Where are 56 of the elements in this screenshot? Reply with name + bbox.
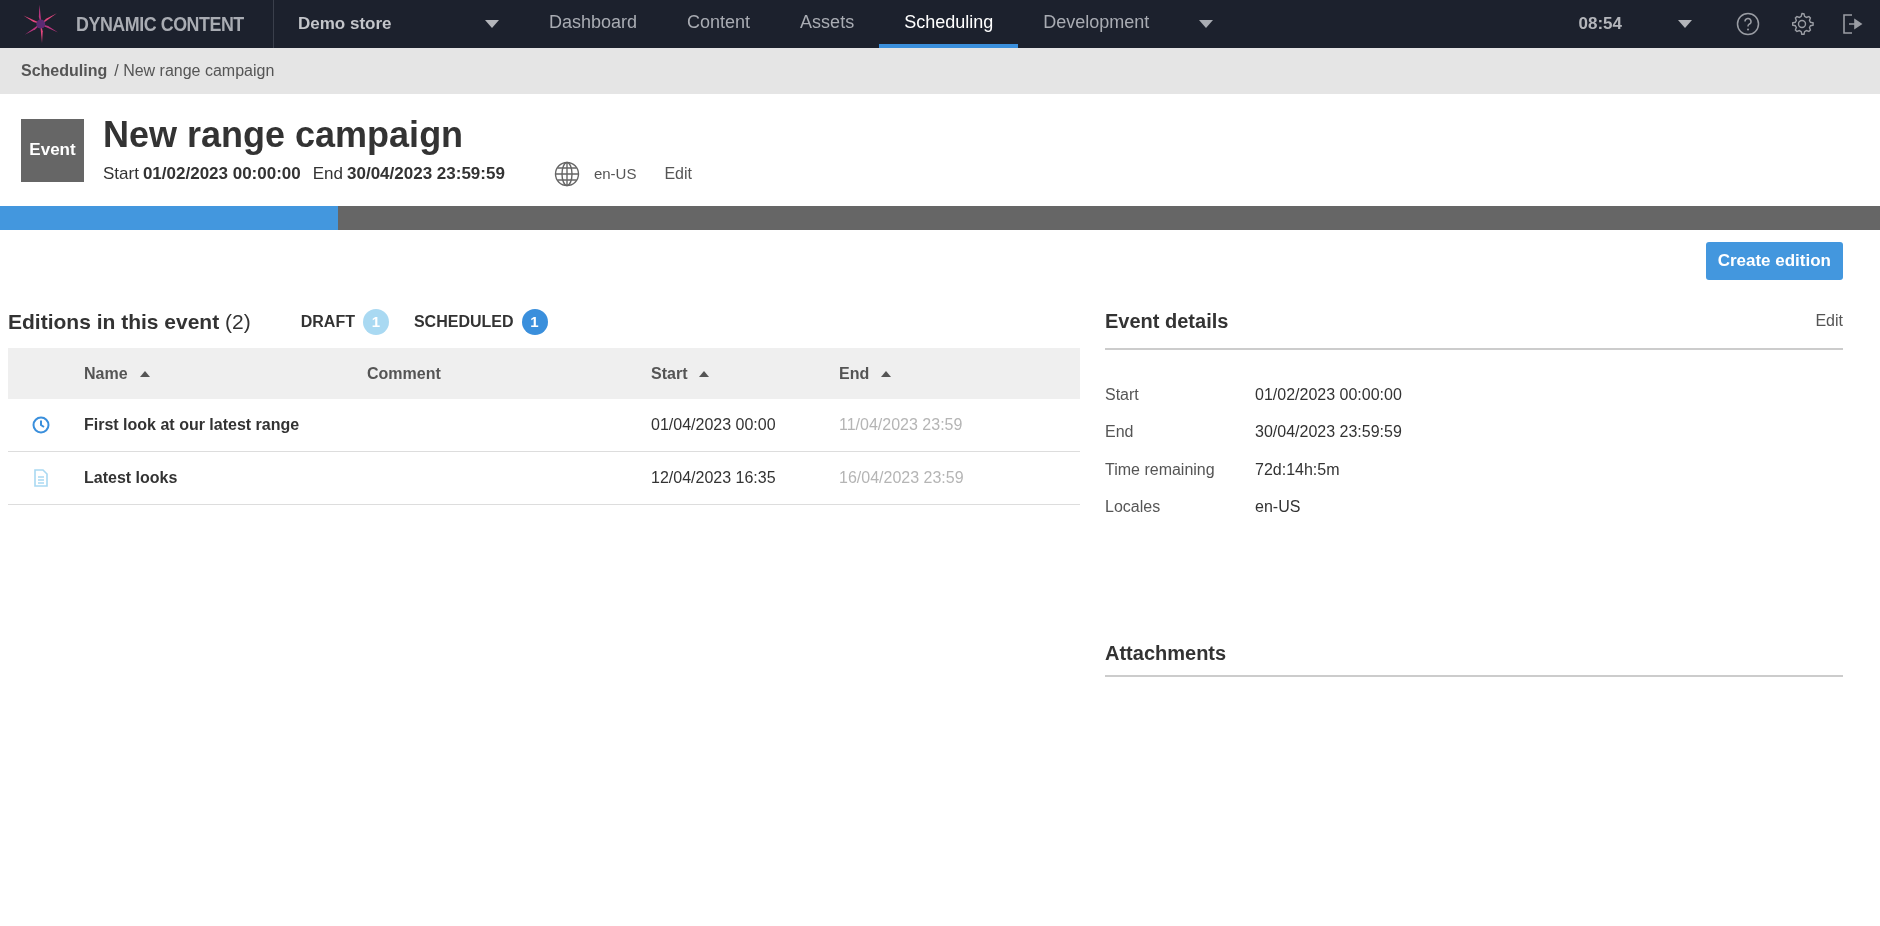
sort-ascending-icon	[881, 370, 892, 377]
field-label: Locales	[1105, 497, 1162, 518]
nav-tab[interactable]: Development	[1018, 0, 1175, 48]
column-header[interactable]: Comment	[367, 361, 441, 386]
caret-icon	[1678, 20, 1692, 28]
locale-text: en-US	[593, 163, 637, 184]
end-date: 30/04/2023 23:59:59	[347, 163, 505, 186]
document-icon	[34, 469, 48, 487]
start-date: 01/02/2023 00:00:00	[142, 163, 301, 186]
nav-tab[interactable]: Content	[662, 0, 776, 48]
sort-ascending-icon	[139, 370, 150, 377]
field-value: en-US	[1255, 497, 1301, 518]
event-title: New range campaign	[103, 115, 465, 155]
status-label: SCHEDULED	[413, 312, 514, 332]
brand-name: DYNAMIC CONTENT	[75, 11, 244, 38]
column-header[interactable]: End	[839, 361, 892, 386]
status-count-badge: 1	[362, 309, 389, 335]
caret-icon	[485, 20, 499, 28]
editions-heading: Editions in this event (2)	[8, 309, 251, 336]
table-cell: 12/04/2023 16:35	[651, 469, 776, 486]
table-cell: 16/04/2023 23:59	[839, 469, 964, 486]
field-label: Time remaining	[1105, 459, 1216, 480]
section-heading: Event details	[1105, 309, 1229, 334]
logout-icon[interactable]	[1840, 12, 1864, 36]
settings-icon[interactable]	[1790, 12, 1814, 36]
globe-icon	[553, 161, 580, 187]
field-value: 30/04/2023 23:59:59	[1255, 422, 1402, 443]
end-label: End	[312, 163, 343, 186]
clock-time: 08:54	[1578, 13, 1622, 36]
status-count-badge: 1	[521, 309, 548, 335]
section-heading: Attachments	[1105, 641, 1227, 666]
field-label: End	[1105, 422, 1135, 443]
status-label: DRAFT	[300, 312, 355, 332]
field-value: 01/02/2023 00:00:00	[1255, 384, 1402, 405]
help-icon[interactable]	[1736, 12, 1760, 36]
table-cell: 11/04/2023 23:59	[839, 416, 963, 433]
breadcrumb-link[interactable]: Scheduling	[21, 59, 108, 83]
column-header[interactable]: Start	[651, 361, 710, 386]
nav-tab[interactable]: Dashboard	[524, 0, 663, 48]
field-label: Start	[1105, 384, 1140, 405]
field-value: 72d:14h:5m	[1255, 459, 1340, 480]
store-selector[interactable]: Demo store	[274, 0, 501, 48]
nav-tab[interactable]: Assets	[775, 0, 880, 48]
table-cell: 01/04/2023 00:00	[651, 416, 776, 433]
edition-name[interactable]: First look at our latest range	[84, 416, 300, 433]
event-badge: Event	[21, 118, 84, 182]
edit-link[interactable]: Edit	[1815, 309, 1843, 333]
start-label: Start	[103, 163, 139, 186]
column-header[interactable]: Name	[84, 361, 150, 386]
sort-ascending-icon	[699, 370, 710, 377]
clock-icon	[32, 416, 50, 434]
edition-name[interactable]: Latest looks	[84, 469, 178, 486]
user-menu-button[interactable]	[1678, 20, 1692, 28]
edit-link[interactable]: Edit	[664, 162, 692, 186]
breadcrumb-current: / New range campaign	[114, 61, 275, 81]
caret-icon	[1199, 20, 1214, 28]
